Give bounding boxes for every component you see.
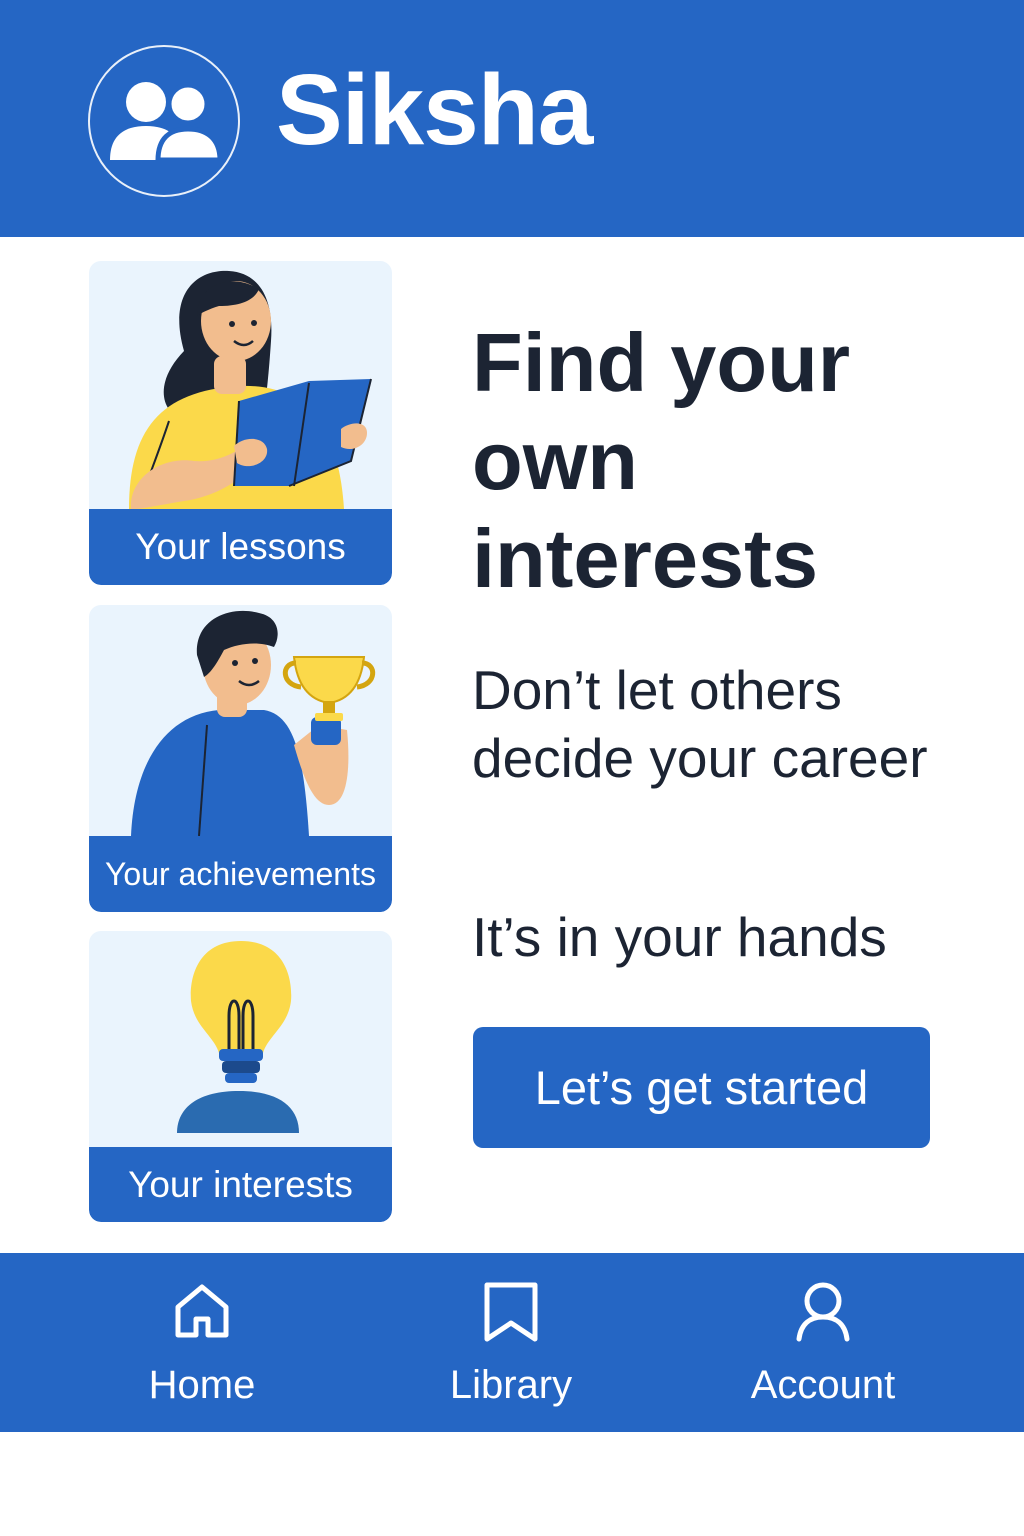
nav-item-home[interactable]: Home — [82, 1253, 322, 1432]
tagline: It’s in your hands — [472, 906, 887, 968]
trophy-person-illustration — [131, 610, 376, 836]
users-group-icon — [110, 82, 223, 162]
nav-item-library[interactable]: Library — [391, 1253, 631, 1432]
card-lessons[interactable]: Your lessons — [89, 261, 392, 585]
headline: Find your own interests — [472, 316, 851, 605]
card-label: Your achievements — [89, 836, 392, 912]
card-interests[interactable]: Your interests — [89, 931, 392, 1222]
app-title: Siksha — [276, 54, 593, 166]
logo[interactable] — [88, 45, 240, 197]
user-icon — [796, 1282, 850, 1342]
bookmark-icon — [484, 1282, 538, 1342]
subheadline: Don’t let others decide your career — [472, 659, 928, 789]
bottom-nav: Home Library Account — [0, 1253, 1024, 1432]
nav-label: Library — [449, 1363, 573, 1407]
card-achievements[interactable]: Your achievements — [89, 605, 392, 912]
nav-item-account[interactable]: Account — [703, 1253, 943, 1432]
card-label: Your lessons — [89, 509, 392, 585]
app-header: Siksha — [0, 0, 1024, 237]
reading-person-illustration — [129, 270, 372, 509]
get-started-button[interactable]: Let’s get started — [473, 1027, 930, 1148]
nav-label: Account — [750, 1363, 896, 1407]
nav-label: Home — [148, 1363, 256, 1407]
home-icon — [175, 1284, 229, 1338]
lightbulb-illustration — [177, 941, 299, 1133]
card-label: Your interests — [89, 1147, 392, 1222]
